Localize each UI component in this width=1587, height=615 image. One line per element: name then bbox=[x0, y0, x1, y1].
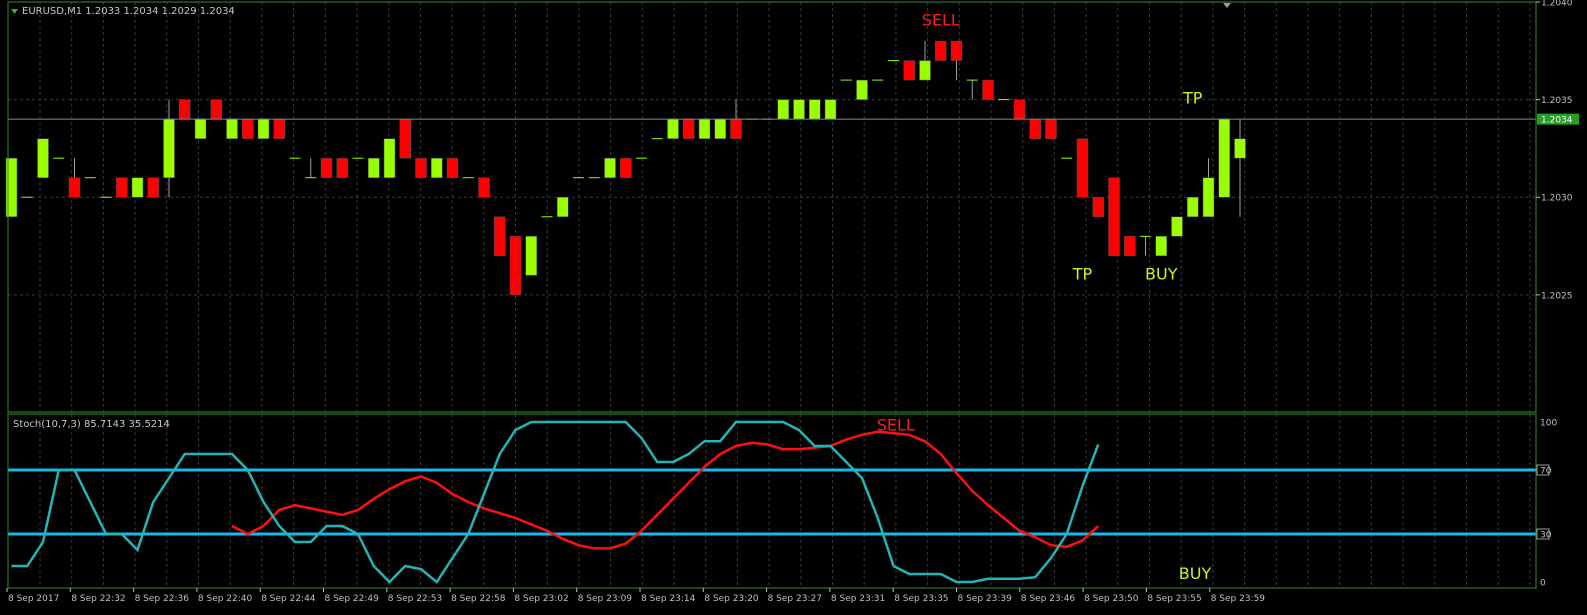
time-axis-label: 8 Sep 23:50 bbox=[1084, 594, 1139, 604]
stoch-axis-label: 30 bbox=[1540, 531, 1552, 541]
signal-label-tp: TP bbox=[1182, 88, 1203, 107]
candle-body bbox=[824, 99, 837, 120]
candle-body bbox=[856, 79, 868, 100]
time-axis-label: 8 Sep 23:55 bbox=[1147, 594, 1201, 604]
time-axis-label: 8 Sep 23:27 bbox=[768, 594, 822, 604]
price-axis-label: 1.2035 bbox=[1541, 96, 1573, 106]
signal-label-tp: TP bbox=[1072, 265, 1093, 284]
time-axis-label: 8 Sep 23:39 bbox=[958, 594, 1013, 604]
chart-background bbox=[0, 0, 1587, 615]
candle-body bbox=[1108, 177, 1120, 257]
time-axis-label: 8 Sep 23:09 bbox=[578, 594, 633, 604]
candle-body bbox=[1013, 99, 1026, 120]
candle-body bbox=[620, 157, 632, 178]
candle-body bbox=[399, 118, 411, 159]
candle-body bbox=[714, 118, 726, 139]
candle-body bbox=[903, 60, 915, 81]
time-axis-label: 8 Sep 23:59 bbox=[1211, 594, 1266, 604]
candle-body bbox=[777, 99, 789, 120]
candle-body bbox=[336, 157, 348, 178]
candle-body bbox=[525, 236, 537, 276]
stoch-axis-label: 0 bbox=[1540, 579, 1546, 589]
candle-body bbox=[557, 196, 569, 218]
candle-body bbox=[226, 118, 238, 139]
candle-body bbox=[950, 40, 963, 61]
candle-body bbox=[116, 177, 128, 198]
candle-body bbox=[698, 118, 711, 139]
candle-body bbox=[1234, 138, 1246, 159]
candle-body bbox=[730, 118, 742, 139]
candle-body bbox=[163, 118, 175, 178]
time-axis-label: 8 Sep 23:14 bbox=[641, 594, 696, 604]
candle-body bbox=[604, 157, 616, 178]
candle-body bbox=[37, 138, 49, 178]
stoch-axis-label: 100 bbox=[1540, 419, 1557, 429]
time-axis-label: 8 Sep 2017 bbox=[8, 594, 59, 604]
candle-body bbox=[1218, 118, 1230, 198]
time-axis-label: 8 Sep 22:58 bbox=[451, 594, 506, 604]
candle-body bbox=[179, 99, 191, 120]
price-axis-label: 1.2040 bbox=[1541, 0, 1573, 9]
candle-body bbox=[919, 60, 931, 81]
candle-body bbox=[494, 216, 506, 257]
time-axis-label: 8 Sep 23:31 bbox=[831, 594, 885, 604]
candle-body bbox=[509, 236, 522, 296]
time-axis-label: 8 Sep 23:46 bbox=[1021, 594, 1076, 604]
time-axis-label: 8 Sep 22:53 bbox=[388, 594, 442, 604]
candle-body bbox=[1045, 118, 1057, 139]
stoch-signal-label-sell: SELL bbox=[877, 415, 915, 434]
time-axis-label: 8 Sep 23:02 bbox=[514, 594, 568, 604]
price-axis-label: 1.2025 bbox=[1541, 291, 1573, 301]
candle-body bbox=[368, 157, 380, 178]
candle-body bbox=[320, 157, 333, 178]
candle-body bbox=[1187, 196, 1199, 218]
stoch-signal-label-buy: BUY bbox=[1179, 564, 1212, 583]
candle-body bbox=[383, 138, 396, 178]
candle-body bbox=[982, 79, 994, 100]
candle-body bbox=[257, 118, 270, 139]
candle-body bbox=[1171, 216, 1183, 237]
candle-body bbox=[809, 99, 821, 120]
candle-body bbox=[1124, 236, 1136, 257]
candle-body bbox=[1202, 177, 1215, 218]
trading-chart: SELL TP BUY TP EURUSD,M1 1.2033 1.2034 1.20… bbox=[0, 0, 1587, 615]
candle-body bbox=[68, 177, 81, 198]
candle-body bbox=[446, 157, 459, 178]
signal-label-sell: SELL bbox=[922, 10, 960, 29]
candle-body bbox=[147, 177, 159, 198]
candle-body bbox=[667, 118, 679, 139]
candle-body bbox=[210, 99, 222, 120]
candle-body bbox=[431, 157, 443, 178]
time-axis-label: 8 Sep 22:49 bbox=[325, 594, 380, 604]
stoch-axis-label: 70 bbox=[1540, 467, 1552, 477]
candle-body bbox=[194, 118, 207, 139]
last-price-badge: 1.2034 bbox=[1537, 113, 1579, 126]
candle-body bbox=[1076, 138, 1089, 198]
candle-body bbox=[273, 118, 285, 139]
time-axis-label: 8 Sep 23:35 bbox=[894, 594, 948, 604]
candle-body bbox=[1029, 118, 1041, 139]
candle-body bbox=[683, 118, 695, 139]
candle-body bbox=[1155, 236, 1167, 257]
time-axis-label: 8 Sep 22:40 bbox=[198, 594, 253, 604]
price-panel-header: EURUSD,M1 1.2033 1.2034 1.2029 1.2034 bbox=[22, 6, 235, 17]
time-axis-label: 8 Sep 22:32 bbox=[71, 594, 125, 604]
signal-label-buy: BUY bbox=[1145, 265, 1178, 284]
time-axis-label: 8 Sep 22:44 bbox=[261, 594, 316, 604]
candle-body bbox=[935, 40, 947, 61]
candle-body bbox=[415, 157, 427, 178]
time-axis-label: 8 Sep 23:20 bbox=[704, 594, 759, 604]
price-axis-label: 1.2030 bbox=[1541, 194, 1573, 204]
time-axis-label: 8 Sep 22:36 bbox=[135, 594, 190, 604]
stochastic-panel-header: Stoch(10,7,3) 85.7143 35.5214 bbox=[13, 419, 170, 430]
candle-body bbox=[478, 177, 490, 198]
candle-body bbox=[131, 177, 144, 198]
last-price-badge-text: 1.2034 bbox=[1541, 116, 1573, 126]
candle-body bbox=[242, 118, 254, 139]
candle-body bbox=[793, 99, 805, 120]
candle-body bbox=[1092, 196, 1104, 218]
